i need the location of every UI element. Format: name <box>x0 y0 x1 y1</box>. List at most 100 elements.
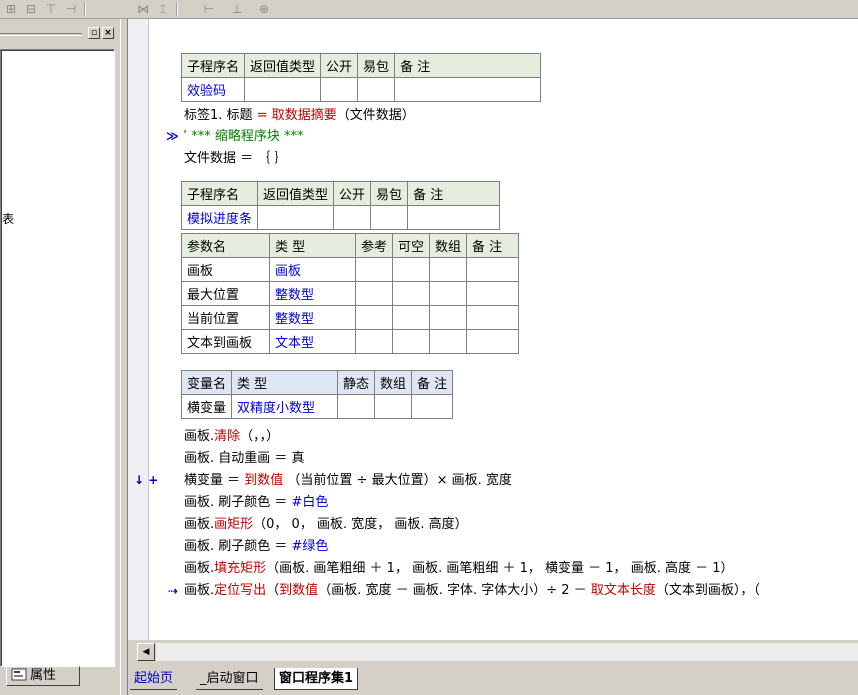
table-header: 数组 <box>374 370 413 395</box>
subroutine-table-2: 子程序名 返回值类型 公开 易包 备 注 模拟进度条 <box>180 181 501 230</box>
table-header: 备 注 <box>394 53 542 78</box>
table-cell[interactable]: 整数型 <box>269 305 356 330</box>
table-row[interactable]: 文本到画板 文本型 <box>181 329 520 354</box>
current-line-marker-icon[interactable]: ↓ + <box>134 473 158 487</box>
code-text: 画板. <box>184 429 215 444</box>
code-line[interactable]: 横变量 ＝ 到数值 （当前位置 ÷ 最大位置）× 画板. 宽度 <box>184 471 512 491</box>
table-cell[interactable] <box>354 305 394 330</box>
table-cell[interactable] <box>320 77 359 102</box>
tab-start-page[interactable]: 起始页 <box>130 668 178 690</box>
code-function: 取数据摘要 <box>271 108 337 123</box>
table-header: 静态 <box>337 370 376 395</box>
table-cell[interactable] <box>333 205 372 230</box>
table-header: 备 注 <box>411 370 454 395</box>
table-row[interactable]: 横变量 双精度小数型 <box>180 394 454 419</box>
table-cell[interactable] <box>354 281 394 306</box>
horizontal-scrollbar[interactable]: ◀ <box>128 640 858 666</box>
tab-window-assembly[interactable]: 窗口程序集1 <box>274 668 359 690</box>
table-cell[interactable] <box>466 257 520 282</box>
code-line[interactable]: 画板.填充矩形（画板. 画笔粗细 ＋ 1， 画板. 画笔粗细 ＋ 1， 横变量 … <box>184 559 734 579</box>
table-cell[interactable]: 画板 <box>269 257 356 282</box>
properties-icon <box>11 668 27 681</box>
scroll-track[interactable] <box>156 643 858 661</box>
table-header: 数组 <box>429 233 468 258</box>
table-header: 参数名 <box>181 233 270 258</box>
code-line[interactable]: 标签1. 标题 = 取数据摘要（文件数据） <box>184 106 415 126</box>
table-cell[interactable] <box>337 394 376 419</box>
table-cell[interactable] <box>244 77 322 102</box>
same-height-icon[interactable]: ⊥ <box>228 1 246 17</box>
code-line[interactable]: 画板. 刷子颜色 ＝ #绿色 <box>184 537 328 557</box>
table-cell[interactable]: 文本到画板 <box>181 329 270 354</box>
table-cell[interactable] <box>257 205 335 230</box>
tree-item-fragment[interactable]: 表 <box>2 210 14 227</box>
scroll-left-icon[interactable]: ◀ <box>137 643 155 661</box>
toolbar-separator <box>84 2 86 16</box>
table-header: 备 注 <box>466 233 520 258</box>
expand-marker-icon[interactable]: ⇢ <box>168 584 178 598</box>
table-cell[interactable]: 文本型 <box>269 329 356 354</box>
code-constant: #绿色 <box>291 539 329 554</box>
table-cell[interactable] <box>392 257 431 282</box>
collapsed-block-line[interactable]: ’ *** 缩略程序块 *** <box>183 127 304 147</box>
table-cell[interactable] <box>370 205 409 230</box>
code-line[interactable]: 文件数据 ＝ ｛ ｝ <box>184 149 287 169</box>
subroutine-name-cell[interactable]: 模拟进度条 <box>180 205 259 230</box>
code-text: 画板. <box>184 517 215 532</box>
same-size-icon[interactable]: ⊕ <box>255 1 273 17</box>
code-line[interactable]: 画板. 刷子颜色 ＝ #白色 <box>184 493 328 513</box>
distribute-h-icon[interactable]: ⋈ <box>134 1 152 17</box>
close-icon[interactable]: × <box>102 27 114 39</box>
code-line[interactable]: 画板. 自动重画 ＝ 真 <box>184 449 305 469</box>
code-line[interactable]: 画板.清除（，，） <box>184 427 279 447</box>
collapse-marker-icon[interactable]: ≫ <box>166 129 179 143</box>
table-cell[interactable] <box>354 257 394 282</box>
align-middle-icon[interactable]: ⊣ <box>62 1 80 17</box>
table-cell[interactable] <box>466 305 520 330</box>
project-tree[interactable]: 表 <box>0 49 115 667</box>
table-header: 可空 <box>392 233 431 258</box>
table-cell[interactable] <box>392 329 431 354</box>
subroutine-table-1: 子程序名 返回值类型 公开 易包 备 注 效验码 <box>180 53 542 102</box>
table-cell[interactable]: 当前位置 <box>181 305 270 330</box>
restore-icon[interactable]: ▫ <box>88 27 100 39</box>
table-cell[interactable] <box>429 257 468 282</box>
table-cell[interactable] <box>466 329 520 354</box>
align-top-icon[interactable]: ⊤ <box>42 1 60 17</box>
code-operator: = <box>256 108 268 123</box>
distribute-v-icon[interactable]: ⌶ <box>154 1 172 17</box>
align-center-icon[interactable]: ⊟ <box>22 1 40 17</box>
table-cell[interactable] <box>407 205 501 230</box>
table-cell[interactable] <box>429 305 468 330</box>
table-cell[interactable] <box>466 281 520 306</box>
table-cell[interactable]: 画板 <box>181 257 270 282</box>
table-cell[interactable] <box>411 394 454 419</box>
table-cell[interactable] <box>394 77 542 102</box>
table-cell[interactable] <box>357 77 396 102</box>
same-width-icon[interactable]: ⊢ <box>200 1 218 17</box>
table-row[interactable]: 最大位置 整数型 <box>181 281 520 306</box>
table-cell[interactable] <box>392 281 431 306</box>
table-cell[interactable]: 最大位置 <box>181 281 270 306</box>
table-cell[interactable] <box>374 394 413 419</box>
code-line[interactable]: 画板.定位写出（到数值（画板. 宽度 － 画板. 字体. 字体大小）÷ 2 － … <box>184 581 760 601</box>
table-cell[interactable]: 双精度小数型 <box>231 394 339 419</box>
table-cell[interactable]: 横变量 <box>180 394 233 419</box>
table-cell[interactable] <box>429 281 468 306</box>
table-cell[interactable] <box>354 329 394 354</box>
left-panel: ▫ × 表 属性 <box>0 19 120 695</box>
table-row[interactable]: 画板 画板 <box>181 257 520 282</box>
table-row[interactable]: 当前位置 整数型 <box>181 305 520 330</box>
code-editor[interactable]: 子程序名 返回值类型 公开 易包 备 注 效验码 标签1. 标题 = 取数据摘要… <box>128 19 858 640</box>
tab-startup-window[interactable]: _启动窗口 <box>196 668 263 690</box>
align-left-icon[interactable]: ⊞ <box>2 1 20 17</box>
table-header: 公开 <box>333 181 372 206</box>
code-line[interactable]: 画板.画矩形（0， 0， 画板. 宽度， 画板. 高度） <box>184 515 468 535</box>
code-text: 画板. <box>184 583 215 598</box>
subroutine-name-cell[interactable]: 效验码 <box>180 77 246 102</box>
table-cell[interactable] <box>429 329 468 354</box>
table-cell[interactable] <box>392 305 431 330</box>
table-cell[interactable]: 整数型 <box>269 281 356 306</box>
properties-tab[interactable]: 属性 <box>6 666 80 686</box>
panel-splitter[interactable] <box>120 19 128 695</box>
